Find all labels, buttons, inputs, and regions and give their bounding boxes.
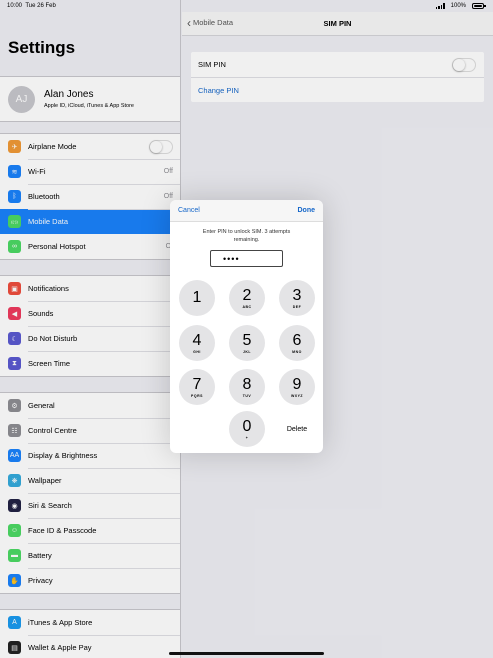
key-digit: 9	[292, 375, 302, 393]
pin-input[interactable]: ••••	[210, 250, 283, 267]
keypad-key-9[interactable]: 9 WXYZ	[279, 369, 315, 405]
key-letters: WXYZ	[290, 393, 304, 398]
keypad-key-0[interactable]: 0 +	[229, 411, 265, 447]
battery-icon	[472, 3, 486, 9]
key-digit: 4	[192, 331, 202, 349]
keypad-key-1[interactable]: 1	[179, 280, 215, 316]
key-letters: +	[245, 435, 249, 440]
key-digit: 6	[292, 331, 302, 349]
dialog-header: Cancel Done	[170, 200, 323, 222]
key-letters: PQRS	[191, 393, 203, 398]
key-letters: ABC	[242, 304, 252, 309]
key-letters: TUV	[242, 393, 252, 398]
pin-message: Enter PIN to unlock SIM. 3 attempts rema…	[202, 229, 291, 243]
key-digit: 5	[242, 331, 252, 349]
status-right: 100%	[435, 3, 486, 9]
key-digit: 2	[242, 286, 252, 304]
keypad-key-5[interactable]: 5 JKL	[229, 325, 265, 361]
cancel-button[interactable]: Cancel	[178, 207, 200, 214]
signal-icon	[435, 3, 445, 9]
key-digit: 3	[292, 286, 302, 304]
keypad-key-6[interactable]: 6 MNO	[279, 325, 315, 361]
keypad-key-3[interactable]: 3 DEF	[279, 280, 315, 316]
key-digit: 1	[192, 288, 202, 306]
home-indicator[interactable]	[169, 652, 324, 655]
status-time: 10:00 Tue 26 Feb	[7, 3, 56, 9]
key-digit: 8	[242, 375, 252, 393]
keypad-key-4[interactable]: 4 GHI	[179, 325, 215, 361]
sim-pin-dialog: Cancel Done Enter PIN to unlock SIM. 3 a…	[170, 200, 323, 453]
key-letters: JKL	[242, 349, 252, 354]
key-digit: 0	[242, 417, 252, 435]
key-letters: GHI	[193, 349, 201, 354]
key-letters: MNO	[292, 349, 302, 354]
status-bar: 10:00 Tue 26 Feb 100%	[0, 0, 493, 14]
keypad-key-7[interactable]: 7 PQRS	[179, 369, 215, 405]
keypad-key-2[interactable]: 2 ABC	[229, 280, 265, 316]
done-button[interactable]: Done	[298, 207, 316, 214]
key-digit: 7	[192, 375, 202, 393]
keypad-key-8[interactable]: 8 TUV	[229, 369, 265, 405]
battery-percent: 100%	[450, 3, 466, 9]
delete-button[interactable]: Delete	[279, 411, 315, 447]
key-letters: DEF	[292, 304, 302, 309]
